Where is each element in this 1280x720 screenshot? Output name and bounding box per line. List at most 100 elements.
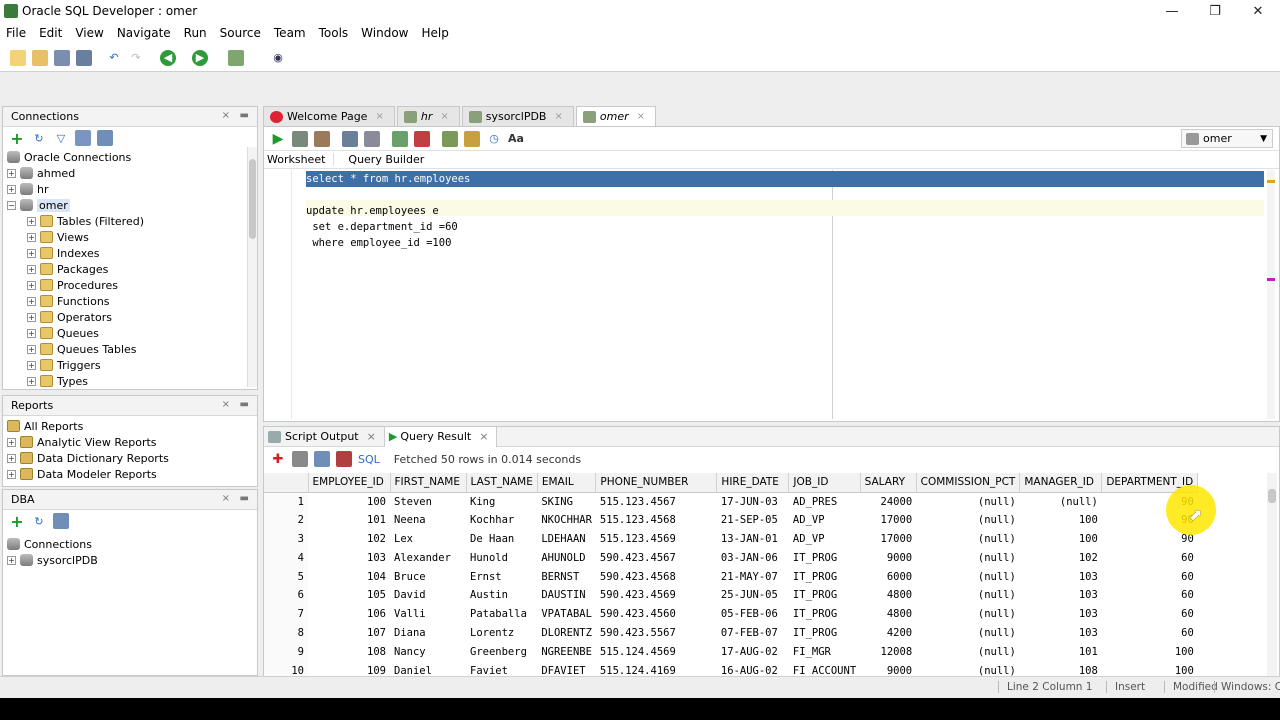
table-cell[interactable]: IT_PROG [789,548,860,567]
close-tab-icon[interactable]: × [479,430,488,443]
expand-icon[interactable]: + [27,264,36,274]
table-cell[interactable]: 515.123.4567 [596,492,717,511]
tree-procedures[interactable]: + Procedures [27,277,257,293]
tree-indexes[interactable]: + Indexes [27,245,257,261]
table-row[interactable]: 8 107 Diana Lorentz DLORENTZ 590.423.5567 07-F… [264,623,1198,643]
table-cell[interactable]: 9000 [860,548,916,567]
table-cell[interactable]: 4800 [860,605,916,624]
tree-views[interactable]: + Views [27,229,257,245]
tree-data-modeler-reports[interactable]: + Data Modeler Reports [7,466,257,482]
table-cell[interactable]: Neena [390,511,466,530]
table-cell[interactable]: Ernst [466,567,537,586]
table-cell[interactable]: SKING [537,492,596,511]
subtab-query-builder[interactable]: Query Builder [334,153,432,166]
minimize-button[interactable]: — [1150,0,1194,22]
table-cell[interactable]: 60 [1102,605,1198,624]
table-cell[interactable]: (null) [916,530,1020,549]
table-cell[interactable]: 12008 [860,642,916,661]
table-cell[interactable]: 590.423.5567 [596,624,717,643]
sql-tuning-icon[interactable] [442,130,458,147]
table-cell[interactable]: 4200 [860,624,916,643]
table-cell[interactable]: IT_PROG [789,624,860,643]
table-cell[interactable]: 590.423.4560 [596,605,717,624]
table-cell[interactable]: NGREENBE [537,642,596,661]
table-cell[interactable]: VPATABAL [537,605,596,624]
table-cell[interactable]: Kochhar [466,511,537,530]
open-folder-icon[interactable] [32,49,48,66]
menu-tools[interactable]: Tools [319,26,349,40]
table-cell[interactable]: 60 [1102,548,1198,567]
save-all-icon[interactable] [76,49,92,66]
history-icon[interactable]: ◷ [486,131,502,147]
column-header-email[interactable]: EMAIL [537,473,597,493]
expand-icon[interactable]: + [7,469,16,479]
table-cell[interactable]: 21-MAY-07 [717,567,789,586]
table-cell[interactable]: Lex [390,530,466,549]
column-header-job-id[interactable]: JOB_ID [788,473,861,493]
table-cell[interactable]: IT_PROG [789,605,860,624]
table-cell[interactable]: 107 [308,624,390,643]
table-cell[interactable]: Austin [466,586,537,605]
table-row[interactable]: 9 108 Nancy Greenberg NGREENBE 515.124.4569 17… [264,642,1198,662]
maximize-button[interactable]: ❐ [1193,0,1237,22]
scrollbar-thumb[interactable] [249,159,256,239]
table-cell[interactable]: (null) [1020,492,1102,511]
column-header-last-name[interactable]: LAST_NAME [466,473,538,493]
table-cell[interactable]: 590.423.4569 [596,586,717,605]
panel-close-icon[interactable]: × ▬ [222,493,249,504]
results-scrollbar[interactable] [1267,473,1277,693]
results-grid[interactable]: EMPLOYEE_ID FIRST_NAME LAST_NAME EMAIL P… [264,473,1267,693]
refresh-icon[interactable]: ↻ [31,130,47,146]
expand-icon[interactable]: + [27,232,36,242]
table-cell[interactable]: 24000 [860,492,916,511]
column-header-phone-number[interactable]: PHONE_NUMBER [595,473,718,493]
connections-scrollbar[interactable] [247,147,257,387]
menu-team[interactable]: Team [274,26,306,40]
table-cell[interactable]: Lorentz [466,624,537,643]
tree-dba-sysorclpdb[interactable]: + sysorclPDB [7,552,257,568]
table-cell[interactable]: AHUNOLD [537,548,596,567]
table-cell[interactable]: Greenberg [466,642,537,661]
table-cell[interactable]: 17-JUN-03 [717,492,789,511]
run-script-icon[interactable] [292,130,308,147]
table-cell[interactable]: 590.423.4568 [596,567,717,586]
table-cell[interactable]: 590.423.4567 [596,548,717,567]
table-cell[interactable]: 100 [308,492,390,511]
table-cell[interactable]: NKOCHHAR [537,511,596,530]
tab-welcome-page[interactable]: Welcome Page × [263,106,395,126]
expand-icon[interactable]: + [27,312,36,322]
table-cell[interactable]: (null) [916,511,1020,530]
tree-connection-ahmed[interactable]: + ahmed [7,165,257,181]
scrollbar-thumb[interactable] [1268,489,1276,503]
table-cell[interactable]: 102 [308,530,390,549]
close-tab-icon[interactable]: × [440,111,448,122]
table-cell[interactable]: King [466,492,537,511]
column-header-employee-id[interactable]: EMPLOYEE_ID [308,473,391,493]
panel-close-icon[interactable]: × ▬ [222,399,249,410]
table-cell[interactable]: 106 [308,605,390,624]
tree-connection-hr[interactable]: + hr [7,181,257,197]
tree-functions[interactable]: + Functions [27,293,257,309]
table-cell[interactable]: DLORENTZ [537,624,596,643]
expand-icon[interactable]: + [27,376,36,386]
manage-connections-icon[interactable] [97,130,113,146]
table-cell[interactable]: (null) [916,624,1020,643]
tree-all-reports[interactable]: All Reports [7,418,257,434]
pin-icon[interactable]: ✚ [270,451,286,467]
close-tab-icon[interactable]: × [637,111,645,122]
table-cell[interactable]: De Haan [466,530,537,549]
table-cell[interactable]: Valli [390,605,466,624]
table-cell[interactable]: 13-JAN-01 [717,530,789,549]
add-connection-icon[interactable]: + [9,129,25,148]
close-tab-icon[interactable]: × [554,111,562,122]
table-cell[interactable]: 17000 [860,511,916,530]
table-cell[interactable]: Diana [390,624,466,643]
connection-selector[interactable]: omer ▼ [1181,129,1273,148]
table-cell[interactable]: (null) [916,586,1020,605]
expand-icon[interactable]: + [7,453,16,463]
table-cell[interactable]: 102 [1020,548,1102,567]
tree-operators[interactable]: + Operators [27,309,257,325]
menu-navigate[interactable]: Navigate [117,26,171,40]
tree-tables[interactable]: + Tables (Filtered) [27,213,257,229]
table-cell[interactable]: Hunold [466,548,537,567]
